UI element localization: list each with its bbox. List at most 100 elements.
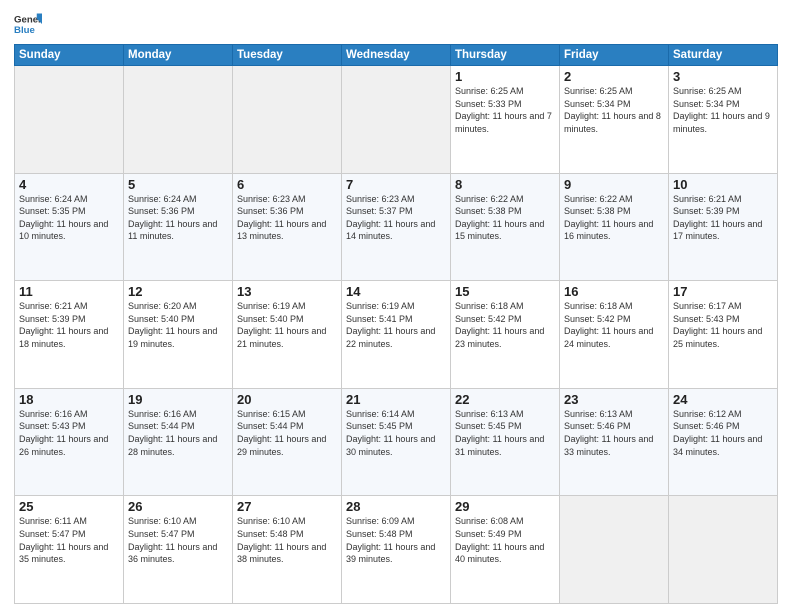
day-info: Sunrise: 6:12 AM Sunset: 5:46 PM Dayligh…	[673, 408, 773, 458]
day-number: 16	[564, 284, 664, 299]
day-number: 14	[346, 284, 446, 299]
header-cell-friday: Friday	[560, 45, 669, 66]
day-cell: 1Sunrise: 6:25 AM Sunset: 5:33 PM Daylig…	[451, 66, 560, 174]
day-cell: 22Sunrise: 6:13 AM Sunset: 5:45 PM Dayli…	[451, 388, 560, 496]
logo-icon: General Blue	[14, 10, 42, 38]
day-number: 13	[237, 284, 337, 299]
day-number: 29	[455, 499, 555, 514]
day-number: 1	[455, 69, 555, 84]
logo: General Blue	[14, 10, 42, 38]
day-number: 23	[564, 392, 664, 407]
day-cell: 24Sunrise: 6:12 AM Sunset: 5:46 PM Dayli…	[669, 388, 778, 496]
day-info: Sunrise: 6:24 AM Sunset: 5:35 PM Dayligh…	[19, 193, 119, 243]
header-cell-tuesday: Tuesday	[233, 45, 342, 66]
day-number: 26	[128, 499, 228, 514]
day-info: Sunrise: 6:22 AM Sunset: 5:38 PM Dayligh…	[564, 193, 664, 243]
day-info: Sunrise: 6:10 AM Sunset: 5:47 PM Dayligh…	[128, 515, 228, 565]
day-info: Sunrise: 6:09 AM Sunset: 5:48 PM Dayligh…	[346, 515, 446, 565]
header-cell-monday: Monday	[124, 45, 233, 66]
day-cell: 17Sunrise: 6:17 AM Sunset: 5:43 PM Dayli…	[669, 281, 778, 389]
day-cell: 16Sunrise: 6:18 AM Sunset: 5:42 PM Dayli…	[560, 281, 669, 389]
day-cell	[560, 496, 669, 604]
day-cell: 20Sunrise: 6:15 AM Sunset: 5:44 PM Dayli…	[233, 388, 342, 496]
day-info: Sunrise: 6:13 AM Sunset: 5:46 PM Dayligh…	[564, 408, 664, 458]
week-row-2: 11Sunrise: 6:21 AM Sunset: 5:39 PM Dayli…	[15, 281, 778, 389]
day-cell	[15, 66, 124, 174]
day-number: 2	[564, 69, 664, 84]
day-cell: 27Sunrise: 6:10 AM Sunset: 5:48 PM Dayli…	[233, 496, 342, 604]
header-cell-sunday: Sunday	[15, 45, 124, 66]
day-info: Sunrise: 6:20 AM Sunset: 5:40 PM Dayligh…	[128, 300, 228, 350]
day-info: Sunrise: 6:25 AM Sunset: 5:34 PM Dayligh…	[673, 85, 773, 135]
day-cell: 8Sunrise: 6:22 AM Sunset: 5:38 PM Daylig…	[451, 173, 560, 281]
day-cell: 15Sunrise: 6:18 AM Sunset: 5:42 PM Dayli…	[451, 281, 560, 389]
day-cell: 29Sunrise: 6:08 AM Sunset: 5:49 PM Dayli…	[451, 496, 560, 604]
week-row-1: 4Sunrise: 6:24 AM Sunset: 5:35 PM Daylig…	[15, 173, 778, 281]
calendar-header: SundayMondayTuesdayWednesdayThursdayFrid…	[15, 45, 778, 66]
day-number: 19	[128, 392, 228, 407]
day-cell: 25Sunrise: 6:11 AM Sunset: 5:47 PM Dayli…	[15, 496, 124, 604]
day-info: Sunrise: 6:13 AM Sunset: 5:45 PM Dayligh…	[455, 408, 555, 458]
day-number: 3	[673, 69, 773, 84]
day-number: 8	[455, 177, 555, 192]
day-info: Sunrise: 6:23 AM Sunset: 5:37 PM Dayligh…	[346, 193, 446, 243]
day-info: Sunrise: 6:18 AM Sunset: 5:42 PM Dayligh…	[564, 300, 664, 350]
day-cell: 13Sunrise: 6:19 AM Sunset: 5:40 PM Dayli…	[233, 281, 342, 389]
day-cell: 5Sunrise: 6:24 AM Sunset: 5:36 PM Daylig…	[124, 173, 233, 281]
day-info: Sunrise: 6:10 AM Sunset: 5:48 PM Dayligh…	[237, 515, 337, 565]
day-number: 25	[19, 499, 119, 514]
day-number: 11	[19, 284, 119, 299]
day-cell: 3Sunrise: 6:25 AM Sunset: 5:34 PM Daylig…	[669, 66, 778, 174]
calendar-table: SundayMondayTuesdayWednesdayThursdayFrid…	[14, 44, 778, 604]
day-cell: 26Sunrise: 6:10 AM Sunset: 5:47 PM Dayli…	[124, 496, 233, 604]
header: General Blue	[14, 10, 778, 38]
day-number: 21	[346, 392, 446, 407]
day-info: Sunrise: 6:24 AM Sunset: 5:36 PM Dayligh…	[128, 193, 228, 243]
day-number: 28	[346, 499, 446, 514]
day-info: Sunrise: 6:17 AM Sunset: 5:43 PM Dayligh…	[673, 300, 773, 350]
day-number: 12	[128, 284, 228, 299]
header-cell-thursday: Thursday	[451, 45, 560, 66]
day-number: 10	[673, 177, 773, 192]
week-row-0: 1Sunrise: 6:25 AM Sunset: 5:33 PM Daylig…	[15, 66, 778, 174]
day-info: Sunrise: 6:14 AM Sunset: 5:45 PM Dayligh…	[346, 408, 446, 458]
day-cell: 7Sunrise: 6:23 AM Sunset: 5:37 PM Daylig…	[342, 173, 451, 281]
week-row-3: 18Sunrise: 6:16 AM Sunset: 5:43 PM Dayli…	[15, 388, 778, 496]
header-row: SundayMondayTuesdayWednesdayThursdayFrid…	[15, 45, 778, 66]
day-info: Sunrise: 6:18 AM Sunset: 5:42 PM Dayligh…	[455, 300, 555, 350]
day-number: 17	[673, 284, 773, 299]
day-cell	[669, 496, 778, 604]
day-number: 5	[128, 177, 228, 192]
day-cell: 6Sunrise: 6:23 AM Sunset: 5:36 PM Daylig…	[233, 173, 342, 281]
day-info: Sunrise: 6:25 AM Sunset: 5:34 PM Dayligh…	[564, 85, 664, 135]
day-cell: 9Sunrise: 6:22 AM Sunset: 5:38 PM Daylig…	[560, 173, 669, 281]
calendar-body: 1Sunrise: 6:25 AM Sunset: 5:33 PM Daylig…	[15, 66, 778, 604]
day-info: Sunrise: 6:19 AM Sunset: 5:40 PM Dayligh…	[237, 300, 337, 350]
day-cell: 19Sunrise: 6:16 AM Sunset: 5:44 PM Dayli…	[124, 388, 233, 496]
day-cell: 18Sunrise: 6:16 AM Sunset: 5:43 PM Dayli…	[15, 388, 124, 496]
day-cell: 23Sunrise: 6:13 AM Sunset: 5:46 PM Dayli…	[560, 388, 669, 496]
day-cell	[342, 66, 451, 174]
day-number: 27	[237, 499, 337, 514]
header-cell-wednesday: Wednesday	[342, 45, 451, 66]
week-row-4: 25Sunrise: 6:11 AM Sunset: 5:47 PM Dayli…	[15, 496, 778, 604]
day-cell: 10Sunrise: 6:21 AM Sunset: 5:39 PM Dayli…	[669, 173, 778, 281]
day-cell: 4Sunrise: 6:24 AM Sunset: 5:35 PM Daylig…	[15, 173, 124, 281]
day-info: Sunrise: 6:25 AM Sunset: 5:33 PM Dayligh…	[455, 85, 555, 135]
day-cell: 28Sunrise: 6:09 AM Sunset: 5:48 PM Dayli…	[342, 496, 451, 604]
day-cell	[233, 66, 342, 174]
day-number: 7	[346, 177, 446, 192]
day-info: Sunrise: 6:16 AM Sunset: 5:43 PM Dayligh…	[19, 408, 119, 458]
day-info: Sunrise: 6:19 AM Sunset: 5:41 PM Dayligh…	[346, 300, 446, 350]
day-cell: 21Sunrise: 6:14 AM Sunset: 5:45 PM Dayli…	[342, 388, 451, 496]
calendar-page: General Blue SundayMondayTuesdayWednesda…	[0, 0, 792, 612]
day-cell: 2Sunrise: 6:25 AM Sunset: 5:34 PM Daylig…	[560, 66, 669, 174]
day-info: Sunrise: 6:11 AM Sunset: 5:47 PM Dayligh…	[19, 515, 119, 565]
day-cell: 11Sunrise: 6:21 AM Sunset: 5:39 PM Dayli…	[15, 281, 124, 389]
day-info: Sunrise: 6:15 AM Sunset: 5:44 PM Dayligh…	[237, 408, 337, 458]
day-info: Sunrise: 6:21 AM Sunset: 5:39 PM Dayligh…	[19, 300, 119, 350]
day-number: 9	[564, 177, 664, 192]
day-info: Sunrise: 6:23 AM Sunset: 5:36 PM Dayligh…	[237, 193, 337, 243]
day-info: Sunrise: 6:22 AM Sunset: 5:38 PM Dayligh…	[455, 193, 555, 243]
day-info: Sunrise: 6:08 AM Sunset: 5:49 PM Dayligh…	[455, 515, 555, 565]
